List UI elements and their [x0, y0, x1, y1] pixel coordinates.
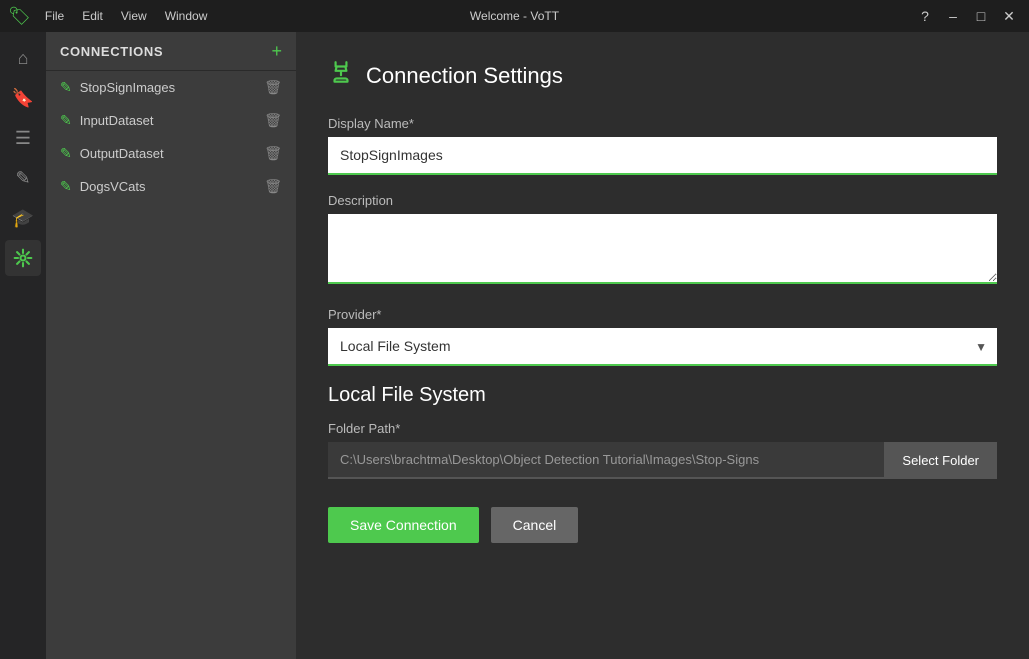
- save-connection-button[interactable]: Save Connection: [328, 507, 479, 543]
- sidebar-item-outputdataset[interactable]: ✎ OutputDataset 🗑: [46, 137, 296, 170]
- connection-settings-title: Connection Settings: [366, 63, 563, 89]
- sidebar-header: CONNECTIONS +: [46, 32, 296, 71]
- edit-connection-icon-0: ✎: [60, 79, 72, 96]
- edit-connection-icon-1: ✎: [60, 112, 72, 129]
- sidebar-item-inputdataset[interactable]: ✎ InputDataset 🗑: [46, 104, 296, 137]
- description-input[interactable]: [328, 214, 997, 284]
- menu-view[interactable]: View: [113, 5, 155, 27]
- delete-connection-2[interactable]: 🗑: [264, 145, 282, 162]
- select-folder-button[interactable]: Select Folder: [884, 442, 997, 479]
- window-controls: ? – □ ✕: [913, 4, 1021, 28]
- connection-label-3: DogsVCats: [80, 179, 256, 194]
- sidebar-item-dogsvcats[interactable]: ✎ DogsVCats 🗑: [46, 170, 296, 203]
- nav-bookmark[interactable]: 🔖: [5, 80, 41, 116]
- title-bar: 🏷 File Edit View Window Welcome - VoTT ?…: [0, 0, 1029, 32]
- provider-label: Provider*: [328, 307, 997, 322]
- description-group: Description: [328, 193, 997, 289]
- delete-connection-1[interactable]: 🗑: [264, 112, 282, 129]
- menu-file[interactable]: File: [37, 5, 72, 27]
- connection-label-0: StopSignImages: [80, 80, 256, 95]
- app-logo: 🏷: [8, 6, 31, 27]
- edit-connection-icon-2: ✎: [60, 145, 72, 162]
- delete-connection-3[interactable]: 🗑: [264, 178, 282, 195]
- delete-connection-0[interactable]: 🗑: [264, 79, 282, 96]
- sidebar-item-stopsignimages[interactable]: ✎ StopSignImages 🗑: [46, 71, 296, 104]
- minimize-button[interactable]: –: [941, 4, 965, 28]
- display-name-group: Display Name*: [328, 116, 997, 175]
- folder-path-row: Select Folder: [328, 442, 997, 479]
- description-label: Description: [328, 193, 997, 208]
- edit-connection-icon-3: ✎: [60, 178, 72, 195]
- local-file-system-section: Local File System Folder Path* Select Fo…: [328, 384, 997, 479]
- nav-home[interactable]: ⌂: [5, 40, 41, 76]
- connection-label-1: InputDataset: [80, 113, 256, 128]
- provider-select-wrapper: Local File System Azure Blob Storage Bin…: [328, 328, 997, 366]
- nav-icons: ⌂ 🔖 ☰ ✎ 🎓: [0, 32, 46, 659]
- maximize-button[interactable]: □: [969, 4, 993, 28]
- close-button[interactable]: ✕: [997, 4, 1021, 28]
- app-body: ⌂ 🔖 ☰ ✎ 🎓 CONNECTIONS + ✎ StopSignImages…: [0, 32, 1029, 659]
- provider-select[interactable]: Local File System Azure Blob Storage Bin…: [328, 328, 997, 366]
- display-name-input[interactable]: [328, 137, 997, 175]
- nav-learn[interactable]: 🎓: [5, 200, 41, 236]
- menu-window[interactable]: Window: [157, 5, 216, 27]
- window-title: Welcome - VoTT: [470, 9, 559, 23]
- folder-path-group: Folder Path* Select Folder: [328, 421, 997, 479]
- menu-edit[interactable]: Edit: [74, 5, 111, 27]
- folder-path-input[interactable]: [328, 442, 884, 479]
- form-actions: Save Connection Cancel: [328, 507, 997, 543]
- sidebar: CONNECTIONS + ✎ StopSignImages 🗑 ✎ Input…: [46, 32, 296, 659]
- nav-list[interactable]: ☰: [5, 120, 41, 156]
- provider-group: Provider* Local File System Azure Blob S…: [328, 307, 997, 366]
- nav-connections[interactable]: [5, 240, 41, 276]
- menu-bar: File Edit View Window: [37, 5, 216, 27]
- local-file-system-title: Local File System: [328, 384, 997, 407]
- display-name-label: Display Name*: [328, 116, 997, 131]
- help-button[interactable]: ?: [913, 4, 937, 28]
- connection-settings-header: Connection Settings: [328, 60, 997, 92]
- sidebar-title: CONNECTIONS: [60, 44, 163, 59]
- connection-label-2: OutputDataset: [80, 146, 256, 161]
- folder-path-label: Folder Path*: [328, 421, 997, 436]
- nav-edit[interactable]: ✎: [5, 160, 41, 196]
- cancel-button[interactable]: Cancel: [491, 507, 579, 543]
- add-connection-button[interactable]: +: [271, 42, 282, 60]
- connection-settings-icon: [328, 60, 354, 92]
- main-content: Connection Settings Display Name* Descri…: [296, 32, 1029, 659]
